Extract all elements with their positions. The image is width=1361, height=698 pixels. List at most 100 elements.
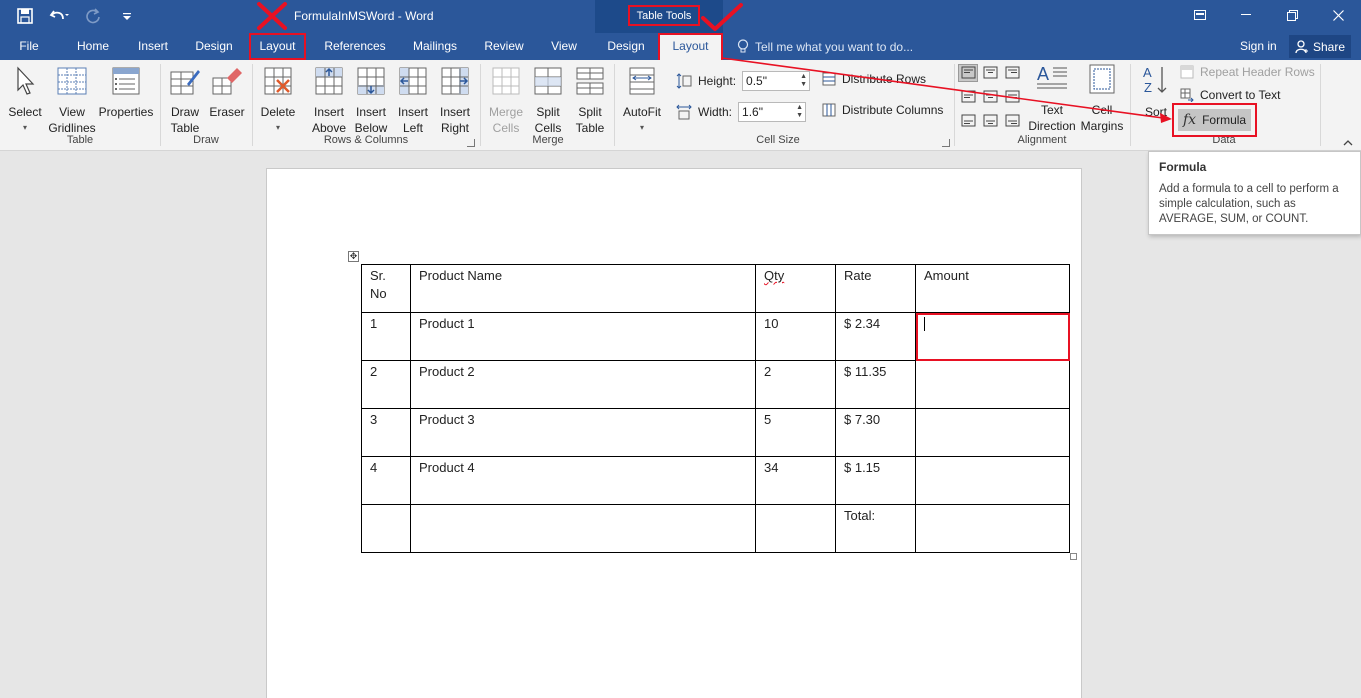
table-cell[interactable] [755,504,836,553]
autofit-label: AutoFit [622,105,661,119]
table-cell[interactable] [361,504,411,553]
sort-az-icon: AZ [1143,65,1167,95]
table-cell[interactable]: Amount [915,264,1070,313]
merge-group-label: Merge [532,134,564,146]
convert-to-text-button[interactable]: Convert to Text [1180,88,1280,102]
table-cell[interactable] [915,456,1070,505]
cell-size-launcher-icon[interactable] [942,139,950,147]
split-table-button[interactable]: Split Table [570,66,610,136]
redo-icon[interactable] [82,6,104,26]
table-cell[interactable]: $ 11.35 [835,360,916,409]
formula-button[interactable]: fx Formula [1178,109,1251,131]
tab-design[interactable]: Design [190,33,238,60]
distribute-columns-button[interactable]: Distribute Columns [822,103,943,117]
customize-qat-icon[interactable] [116,6,138,26]
insert-above-icon [315,67,343,95]
table-cell[interactable] [410,504,756,553]
table-cell[interactable]: $ 7.30 [835,408,916,457]
ribbon-display-options-icon[interactable] [1177,0,1223,30]
minimize-icon[interactable] [1223,0,1269,30]
tab-table-layout[interactable]: Layout [658,33,723,60]
undo-icon[interactable] [48,6,70,26]
height-spinner[interactable]: 0.5" ▲ ▼ [742,71,811,91]
delete-button[interactable]: Delete ▾ [258,66,298,136]
table-cell[interactable] [915,504,1070,553]
table-cell[interactable]: Product 2 [410,360,756,409]
select-label: Select [8,105,42,119]
svg-text:A: A [1037,64,1049,84]
tab-review[interactable]: Review [478,33,530,60]
view-gridlines-button[interactable]: View Gridlines [46,66,98,136]
table-cell[interactable]: 10 [755,312,836,361]
table-cell[interactable]: 34 [755,456,836,505]
formula-highlight: fx Formula [1172,103,1257,137]
distribute-rows-button[interactable]: Distribute Rows [822,72,926,86]
table-row: Total: [361,504,1070,553]
insert-right-button[interactable]: Insert Right [436,66,474,136]
cell-rate: $ 1.15 [844,460,881,475]
table-cell[interactable]: 4 [361,456,411,505]
table-cell[interactable]: 5 [755,408,836,457]
tab-layout[interactable]: Layout [249,33,306,60]
width-row: Width: 1.6" ▲ ▼ [676,102,807,122]
share-button[interactable]: Share [1289,35,1352,58]
save-icon[interactable] [14,6,36,26]
alignment-group-label: Alignment [1017,134,1067,146]
rows-columns-launcher-icon[interactable] [467,139,475,147]
text-direction-button[interactable]: A Text Direction [1026,62,1078,134]
table-cell[interactable]: Product 3 [410,408,756,457]
close-icon[interactable] [1315,0,1361,30]
table-cell[interactable] [915,360,1070,409]
table-cell[interactable]: 2 [755,360,836,409]
table-cell[interactable]: $ 2.34 [835,312,916,361]
insert-above-button[interactable]: Insert Above [310,66,348,136]
table-cell[interactable]: Qty [755,264,836,313]
distribute-rows-icon [822,72,836,86]
tab-references[interactable]: References [318,33,392,60]
selected-amount-cell[interactable] [915,312,1070,361]
tab-view[interactable]: View [543,33,585,60]
alignment-grid [958,64,1024,130]
autofit-button[interactable]: AutoFit ▾ [620,66,664,136]
table-cell[interactable]: Product Name [410,264,756,313]
cell-margins-label-1: Cell [1091,103,1113,117]
draw-table-button[interactable]: Draw Table [164,66,206,136]
table-cell[interactable]: 3 [361,408,411,457]
table-cell[interactable]: Total: [835,504,916,553]
table-cell[interactable] [915,408,1070,457]
table-cell[interactable]: Product 1 [410,312,756,361]
table-resize-handle[interactable] [1070,553,1077,560]
table-move-handle-icon[interactable]: ✥ [348,251,359,262]
table-cell[interactable]: Sr. No [361,264,411,313]
eraser-button[interactable]: Eraser [208,66,246,120]
row-height-icon [676,73,692,89]
sort-button[interactable]: AZ Sort [1138,64,1174,120]
tab-mailings[interactable]: Mailings [404,33,466,60]
merge-cells-button[interactable]: Merge Cells [486,66,526,136]
insert-left-button[interactable]: Insert Left [394,66,432,136]
tab-table-design[interactable]: Design [601,33,651,60]
table-cell[interactable]: 2 [361,360,411,409]
collapse-ribbon-icon[interactable] [1343,138,1353,149]
document-table[interactable]: Sr. No Product Name Qty Rate Amount 1 Pro… [361,264,1070,553]
select-button[interactable]: Select ▾ [6,66,44,136]
tab-insert[interactable]: Insert [130,33,176,60]
repeat-header-rows-button[interactable]: Repeat Header Rows [1180,65,1315,79]
table-cell[interactable]: 1 [361,312,411,361]
tab-file[interactable]: File [12,33,46,60]
tab-home[interactable]: Home [70,33,116,60]
cell-margins-button[interactable]: Cell Margins [1078,64,1126,134]
insert-below-button[interactable]: Insert Below [352,66,390,136]
cell-product: Product 1 [419,316,475,331]
separator [160,64,161,146]
table-cell[interactable]: Rate [835,264,916,313]
tell-me-box[interactable]: Tell me what you want to do... [737,39,913,54]
properties-button[interactable]: Properties [98,66,154,120]
table-cell[interactable]: $ 1.15 [835,456,916,505]
restore-icon[interactable] [1269,0,1315,30]
cell-size-group-label: Cell Size [756,134,800,146]
split-cells-button[interactable]: Split Cells [528,66,568,136]
width-spinner[interactable]: 1.6" ▲ ▼ [738,102,807,122]
sign-in-link[interactable]: Sign in [1240,39,1277,53]
table-cell[interactable]: Product 4 [410,456,756,505]
